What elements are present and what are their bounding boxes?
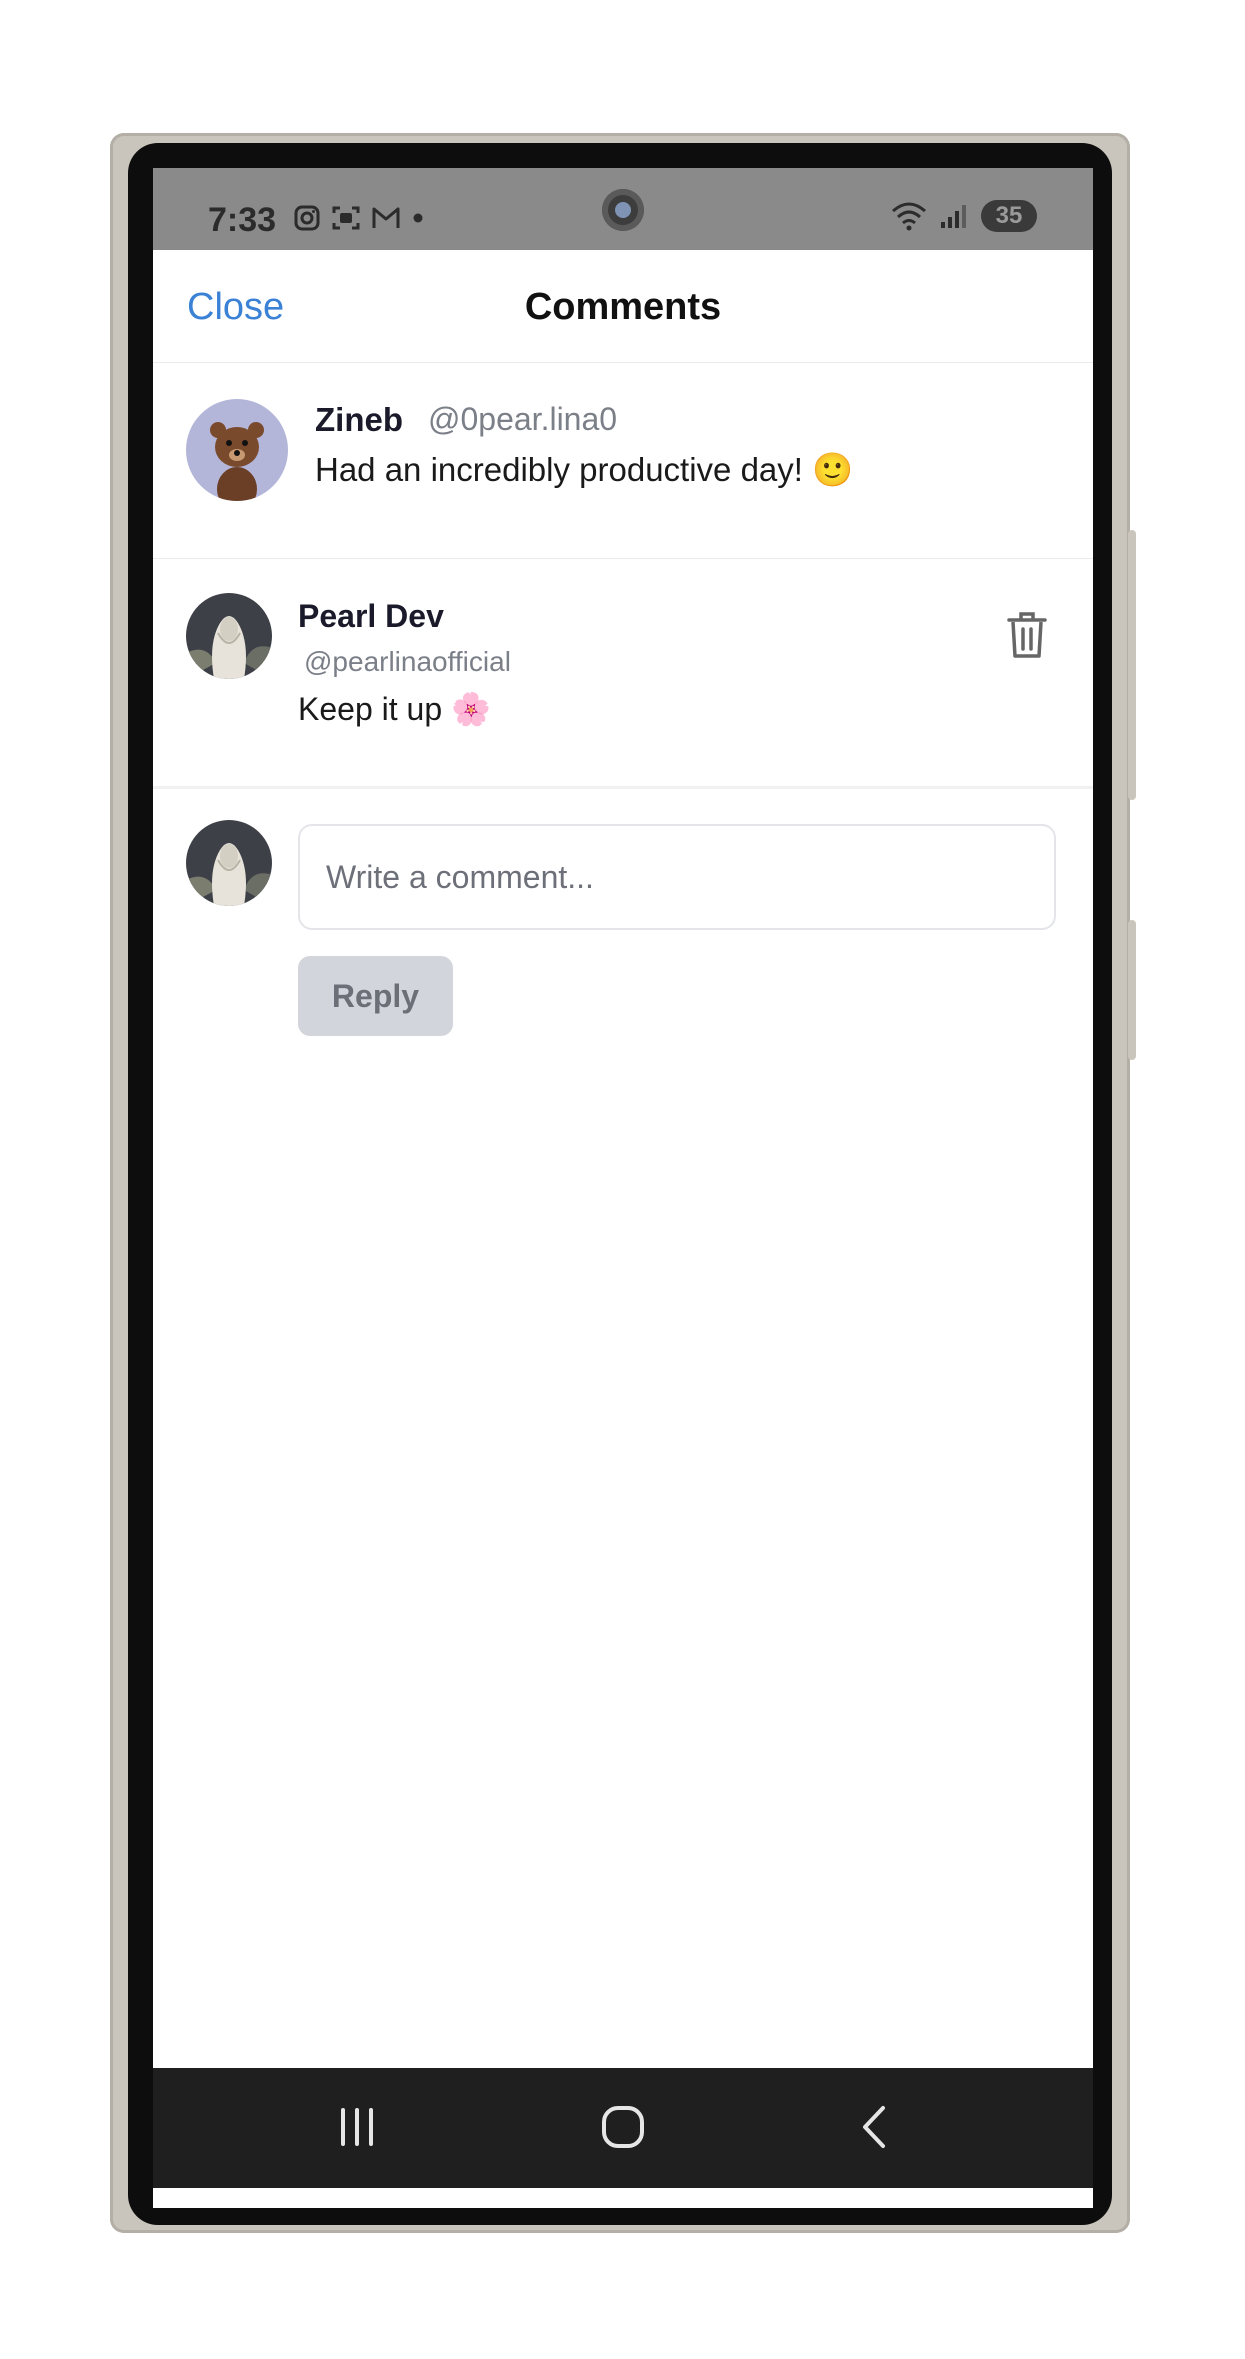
comment-input[interactable] <box>298 824 1056 930</box>
comment-text: Keep it up 🌸 <box>298 691 491 727</box>
recents-icon[interactable] <box>335 2100 379 2154</box>
dot-icon <box>413 213 423 223</box>
phone-screen: 7:33 35 Close Comments Zineb @0pear.lina… <box>153 168 1093 2208</box>
front-camera <box>602 189 644 231</box>
screenshot-icon <box>332 206 360 230</box>
gmail-icon <box>372 207 400 228</box>
comment-author-name[interactable]: Pearl Dev <box>298 598 444 635</box>
volume-button <box>1128 530 1136 800</box>
statue-avatar-image <box>186 593 272 679</box>
back-icon[interactable] <box>853 2100 897 2154</box>
power-button <box>1128 920 1136 1060</box>
home-icon[interactable] <box>593 2100 653 2154</box>
current-user-avatar <box>186 820 272 906</box>
post-author-handle[interactable]: @0pear.lina0 <box>428 401 617 438</box>
post-text: Had an incredibly productive day! 🙂 <box>315 451 854 488</box>
status-time: 7:33 <box>208 201 277 239</box>
comment-author-handle[interactable]: @pearlinaofficial <box>304 646 511 678</box>
avatar[interactable] <box>186 593 272 679</box>
avatar[interactable] <box>186 399 288 501</box>
status-icons-left <box>293 204 425 232</box>
original-post: Zineb @0pear.lina0 Had an incredibly pro… <box>153 363 1093 559</box>
reply-button[interactable]: Reply <box>298 956 453 1036</box>
comment-item: Pearl Dev @pearlinaofficial Keep it up 🌸 <box>153 558 1093 789</box>
bear-avatar-image <box>186 399 288 501</box>
instagram-icon <box>294 205 320 231</box>
battery-indicator: 35 <box>981 200 1037 232</box>
comments-header: Close Comments <box>153 250 1093 363</box>
post-author-name[interactable]: Zineb <box>315 401 403 439</box>
wifi-icon <box>892 202 926 231</box>
statue-avatar-image <box>186 820 272 906</box>
trash-icon[interactable] <box>1005 610 1049 660</box>
signal-icon <box>941 205 966 228</box>
page-title: Comments <box>524 286 722 328</box>
status-bar: 7:33 35 <box>153 168 1093 250</box>
navigation-bar <box>153 2068 1093 2188</box>
status-icons-right: 35 <box>891 200 1037 232</box>
